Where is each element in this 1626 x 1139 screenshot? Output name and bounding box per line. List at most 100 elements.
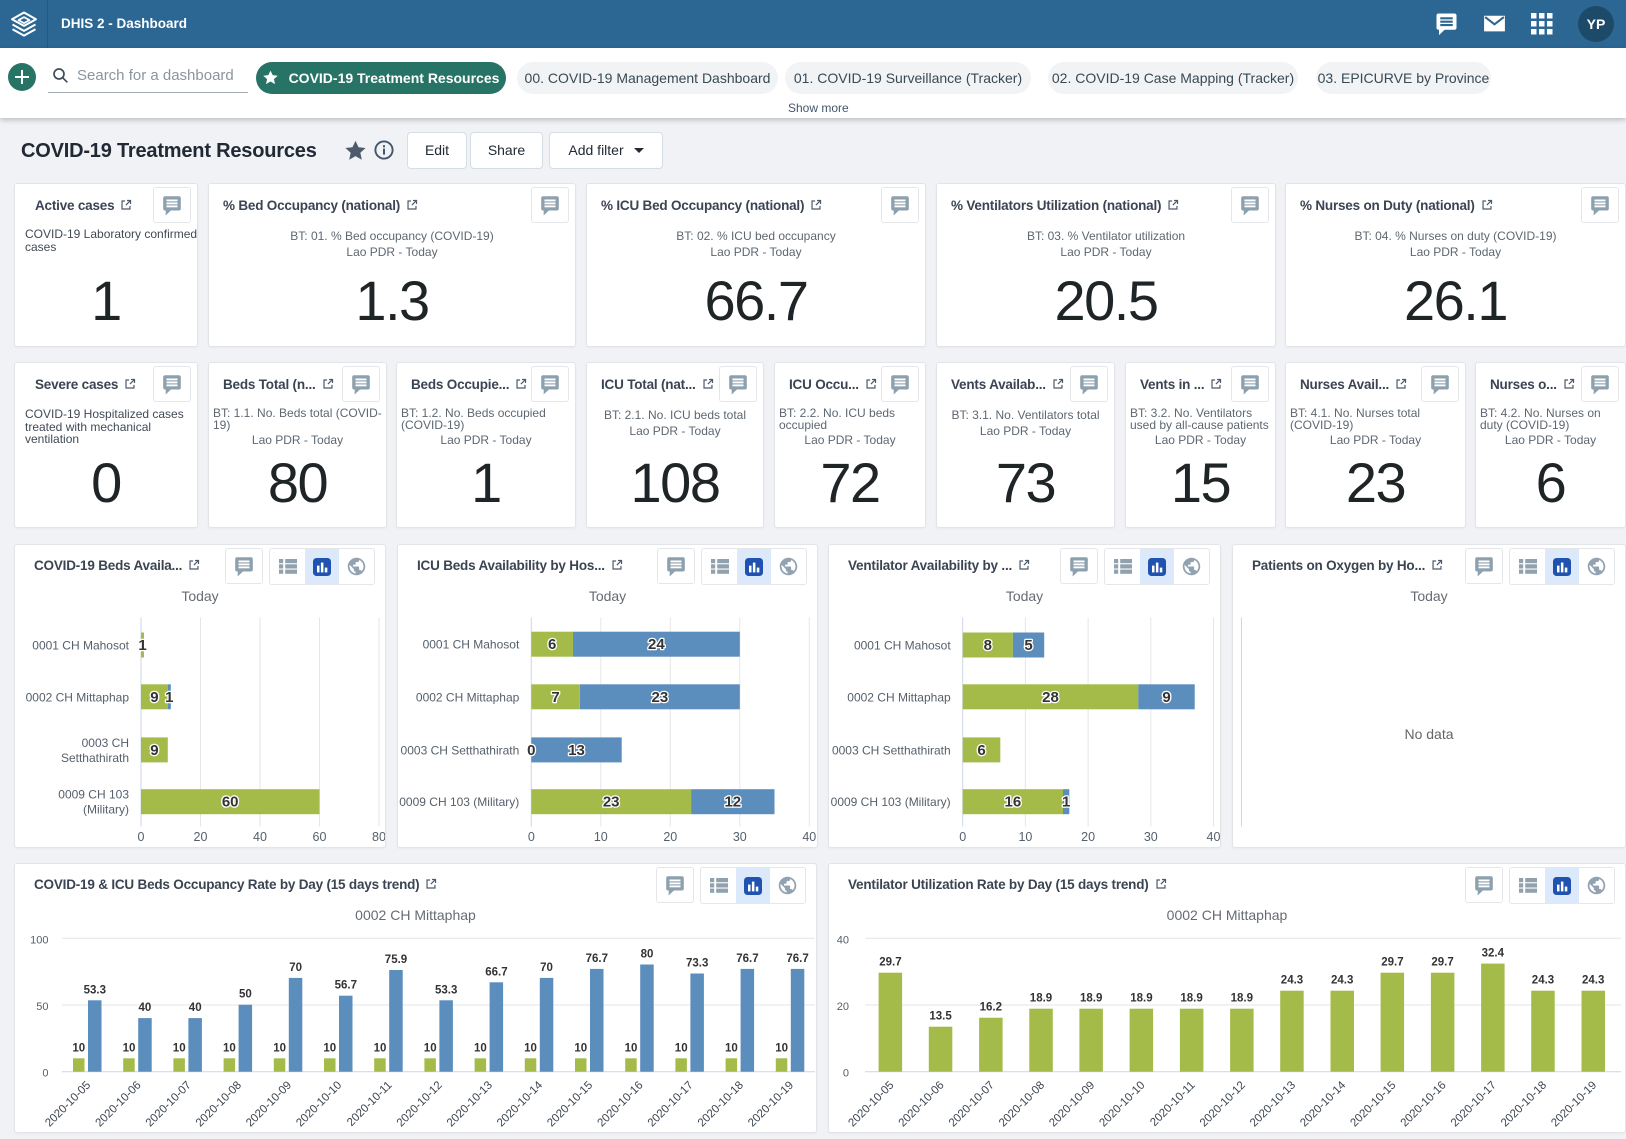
- svg-text:20: 20: [837, 1001, 849, 1013]
- svg-text:0009 CH 103 (Military): 0009 CH 103 (Military): [831, 795, 951, 809]
- svg-text:2020-10-09: 2020-10-09: [244, 1079, 294, 1129]
- svg-text:5: 5: [1024, 637, 1032, 654]
- svg-text:18.9: 18.9: [1130, 993, 1152, 1005]
- svg-text:23: 23: [652, 689, 669, 706]
- svg-text:7: 7: [551, 689, 559, 706]
- svg-text:10: 10: [424, 1042, 437, 1054]
- svg-text:23: 23: [603, 794, 620, 811]
- svg-text:10: 10: [123, 1042, 136, 1054]
- svg-text:16: 16: [1005, 794, 1022, 811]
- svg-text:2020-10-15: 2020-10-15: [1348, 1079, 1398, 1129]
- svg-text:9: 9: [150, 742, 158, 759]
- svg-text:2020-10-16: 2020-10-16: [1399, 1079, 1449, 1129]
- svg-text:2020-10-17: 2020-10-17: [646, 1079, 696, 1129]
- svg-text:56.7: 56.7: [335, 980, 357, 992]
- svg-text:0003 CH: 0003 CH: [82, 736, 129, 750]
- svg-text:50: 50: [239, 989, 252, 1001]
- svg-text:10: 10: [594, 830, 608, 844]
- svg-text:2020-10-11: 2020-10-11: [345, 1079, 394, 1128]
- svg-text:12: 12: [724, 794, 741, 811]
- svg-text:18.9: 18.9: [1231, 993, 1253, 1005]
- svg-text:40: 40: [1207, 830, 1221, 844]
- svg-text:30: 30: [733, 830, 747, 844]
- svg-text:10: 10: [775, 1042, 788, 1054]
- svg-text:29.7: 29.7: [1381, 957, 1403, 969]
- svg-text:2020-10-18: 2020-10-18: [696, 1079, 746, 1129]
- svg-text:40: 40: [253, 830, 267, 844]
- svg-text:40: 40: [802, 830, 816, 844]
- svg-text:24.3: 24.3: [1582, 975, 1604, 987]
- svg-text:Setthathirath: Setthathirath: [61, 751, 129, 765]
- svg-text:2020-10-05: 2020-10-05: [846, 1079, 896, 1129]
- svg-text:2020-10-08: 2020-10-08: [194, 1079, 244, 1129]
- svg-text:2020-10-18: 2020-10-18: [1499, 1079, 1549, 1129]
- svg-text:2020-10-09: 2020-10-09: [1047, 1079, 1097, 1129]
- svg-text:0002 CH Mittaphap: 0002 CH Mittaphap: [416, 690, 520, 704]
- svg-text:2020-10-19: 2020-10-19: [746, 1079, 796, 1129]
- svg-text:10: 10: [323, 1042, 336, 1054]
- svg-text:1: 1: [165, 689, 173, 706]
- svg-text:18.9: 18.9: [1080, 993, 1102, 1005]
- svg-text:100: 100: [30, 934, 48, 946]
- svg-text:10: 10: [725, 1042, 738, 1054]
- svg-text:9: 9: [1162, 689, 1170, 706]
- svg-text:30: 30: [1144, 830, 1158, 844]
- svg-text:0003 CH Setthathirath: 0003 CH Setthathirath: [401, 743, 520, 757]
- svg-text:0: 0: [528, 830, 535, 844]
- svg-text:20: 20: [663, 830, 677, 844]
- svg-text:10: 10: [474, 1042, 487, 1054]
- svg-text:10: 10: [173, 1042, 186, 1054]
- svg-text:2020-10-10: 2020-10-10: [294, 1079, 344, 1129]
- svg-text:10: 10: [374, 1042, 387, 1054]
- svg-text:10: 10: [1018, 830, 1032, 844]
- svg-text:76.7: 76.7: [736, 953, 758, 965]
- svg-text:40: 40: [837, 934, 849, 946]
- svg-text:76.7: 76.7: [786, 953, 808, 965]
- svg-text:75.9: 75.9: [385, 954, 407, 966]
- svg-text:(Military): (Military): [83, 803, 129, 817]
- svg-text:8: 8: [984, 637, 992, 654]
- svg-text:24.3: 24.3: [1281, 975, 1303, 987]
- svg-text:29.7: 29.7: [879, 957, 901, 969]
- svg-text:0: 0: [959, 830, 966, 844]
- svg-text:2020-10-06: 2020-10-06: [94, 1079, 144, 1129]
- svg-text:0001 CH Mahosot: 0001 CH Mahosot: [423, 638, 520, 652]
- svg-text:70: 70: [289, 962, 302, 974]
- svg-text:24: 24: [648, 636, 665, 653]
- svg-text:0003 CH Setthathirath: 0003 CH Setthathirath: [832, 743, 951, 757]
- svg-text:2020-10-13: 2020-10-13: [1248, 1079, 1298, 1129]
- svg-text:18.9: 18.9: [1030, 993, 1052, 1005]
- svg-text:0: 0: [42, 1068, 48, 1080]
- svg-text:10: 10: [524, 1042, 537, 1054]
- svg-text:6: 6: [977, 742, 985, 759]
- svg-text:2020-10-06: 2020-10-06: [897, 1079, 947, 1129]
- svg-text:0: 0: [138, 830, 145, 844]
- svg-text:0009 CH 103: 0009 CH 103: [58, 788, 129, 802]
- svg-text:10: 10: [72, 1042, 85, 1054]
- svg-text:2020-10-15: 2020-10-15: [545, 1079, 595, 1129]
- svg-text:29.7: 29.7: [1431, 957, 1453, 969]
- svg-text:6: 6: [548, 636, 556, 653]
- svg-text:2020-10-07: 2020-10-07: [947, 1079, 997, 1129]
- svg-text:9: 9: [150, 689, 158, 706]
- svg-text:2020-10-10: 2020-10-10: [1097, 1079, 1147, 1129]
- svg-text:0001 CH Mahosot: 0001 CH Mahosot: [32, 639, 129, 653]
- svg-text:50: 50: [36, 1001, 48, 1013]
- svg-text:32.4: 32.4: [1482, 948, 1505, 960]
- svg-text:0: 0: [527, 742, 535, 759]
- svg-text:2020-10-14: 2020-10-14: [1298, 1079, 1349, 1130]
- svg-text:2020-10-14: 2020-10-14: [495, 1079, 546, 1130]
- svg-text:2020-10-13: 2020-10-13: [445, 1079, 495, 1129]
- svg-text:10: 10: [675, 1042, 688, 1054]
- svg-text:73.3: 73.3: [686, 958, 708, 970]
- svg-text:10: 10: [574, 1042, 587, 1054]
- svg-text:0: 0: [843, 1068, 849, 1080]
- svg-text:40: 40: [189, 1002, 202, 1014]
- svg-text:70: 70: [540, 962, 553, 974]
- svg-text:10: 10: [223, 1042, 236, 1054]
- svg-text:20: 20: [194, 830, 208, 844]
- svg-text:53.3: 53.3: [84, 984, 106, 996]
- svg-text:0002 CH Mittaphap: 0002 CH Mittaphap: [26, 690, 130, 704]
- svg-text:2020-10-19: 2020-10-19: [1549, 1079, 1599, 1129]
- svg-text:2020-10-16: 2020-10-16: [596, 1079, 646, 1129]
